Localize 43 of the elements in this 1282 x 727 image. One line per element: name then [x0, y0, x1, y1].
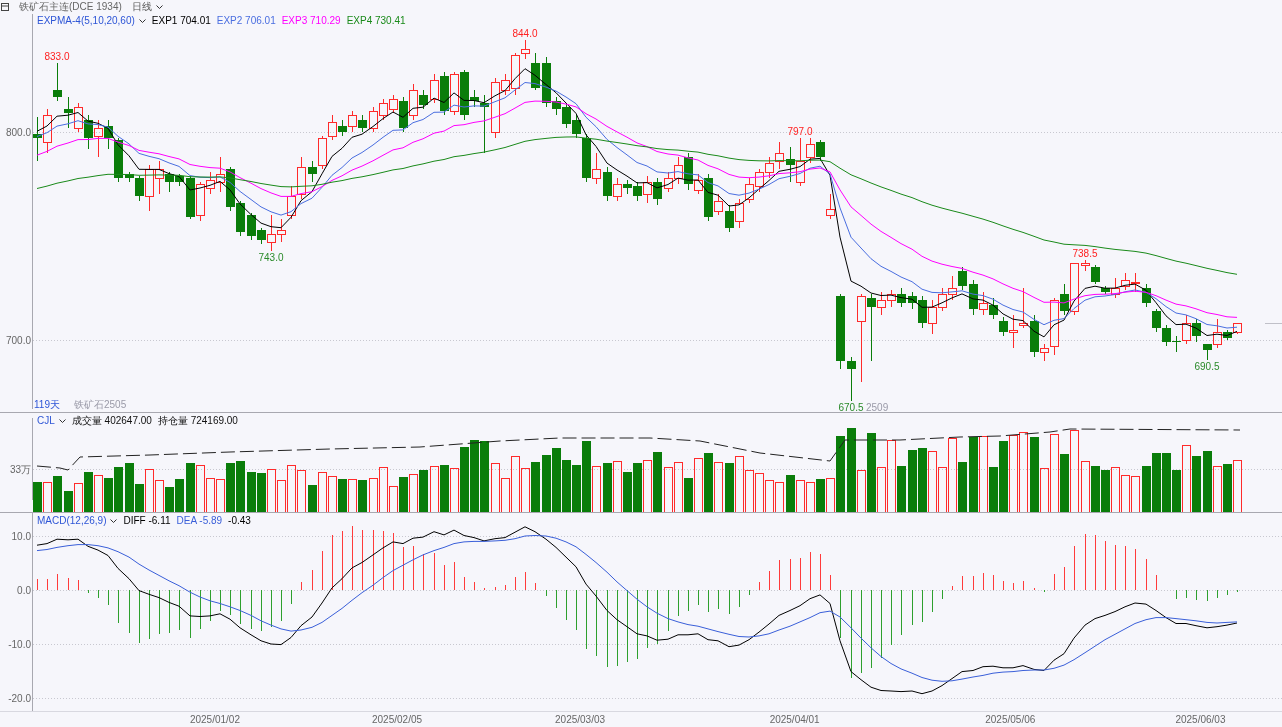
day-count: 119天 [34, 399, 60, 411]
high-price-label: 833.0 [44, 51, 70, 63]
macd-axis-label: 10.0 [11, 530, 31, 542]
indicator-reading: EXP1 704.01 [151, 14, 211, 27]
caret-icon [58, 418, 66, 423]
indicator-reading: DIFF -6.11 [123, 514, 171, 527]
indicator-reading: EXP3 710.29 [281, 14, 341, 27]
caret-icon [138, 18, 146, 23]
low-price-label: 743.0 [258, 251, 284, 263]
date-axis-label: 2025/03/03 [555, 714, 606, 725]
high-price-label: 844.0 [512, 28, 538, 40]
window-title: 铁矿石主连(DCE 1934) [19, 0, 122, 14]
price-level-line [1264, 323, 1282, 324]
contract-marker: 2509 [866, 402, 889, 412]
date-axis-label: 2025/02/05 [372, 714, 423, 725]
high-price-label: 797.0 [787, 126, 813, 138]
date-axis-label: 2025/05/06 [985, 714, 1036, 725]
price-axis-label: 800.0 [5, 126, 31, 138]
caret-icon [110, 518, 118, 523]
date-axis-label: 2025/06/03 [1175, 714, 1226, 725]
period-dropdown[interactable]: 日线 [131, 0, 163, 14]
indicator-reading: 持仓量 724169.00 [157, 414, 238, 427]
macd-axis-label: -10.0 [8, 638, 31, 650]
high-price-label: 738.5 [1072, 247, 1098, 259]
indicator-reading: DEA -5.89 [176, 514, 223, 527]
low-price-label: 670.5 [838, 402, 864, 412]
price-axis-label: 700.0 [5, 334, 31, 346]
indicator-dropdown[interactable]: MACD(12,26,9) [37, 514, 118, 527]
volume-axis-label: 33万 [9, 463, 31, 475]
indicator-reading: EXP4 730.41 [346, 14, 406, 27]
macd-axis-label: 0.0 [17, 584, 31, 596]
indicator-dropdown[interactable]: EXPMA-4(5,10,20,60) [37, 14, 146, 27]
indicator-reading: EXP2 706.01 [216, 14, 276, 27]
indicator-reading: 成交量 402647.00 [71, 414, 152, 427]
indicator-dropdown[interactable]: CJL [37, 414, 66, 427]
low-price-label: 690.5 [1194, 360, 1220, 372]
date-axis-label: 2025/04/01 [769, 714, 820, 725]
date-axis-label: 2025/01/02 [189, 714, 240, 725]
contract-label: 铁矿石2505 [73, 399, 127, 411]
indicator-reading: -0.43 [228, 514, 251, 527]
caret-icon [155, 5, 163, 9]
window-icon [1, 3, 9, 11]
macd-axis-label: -20.0 [8, 692, 31, 704]
